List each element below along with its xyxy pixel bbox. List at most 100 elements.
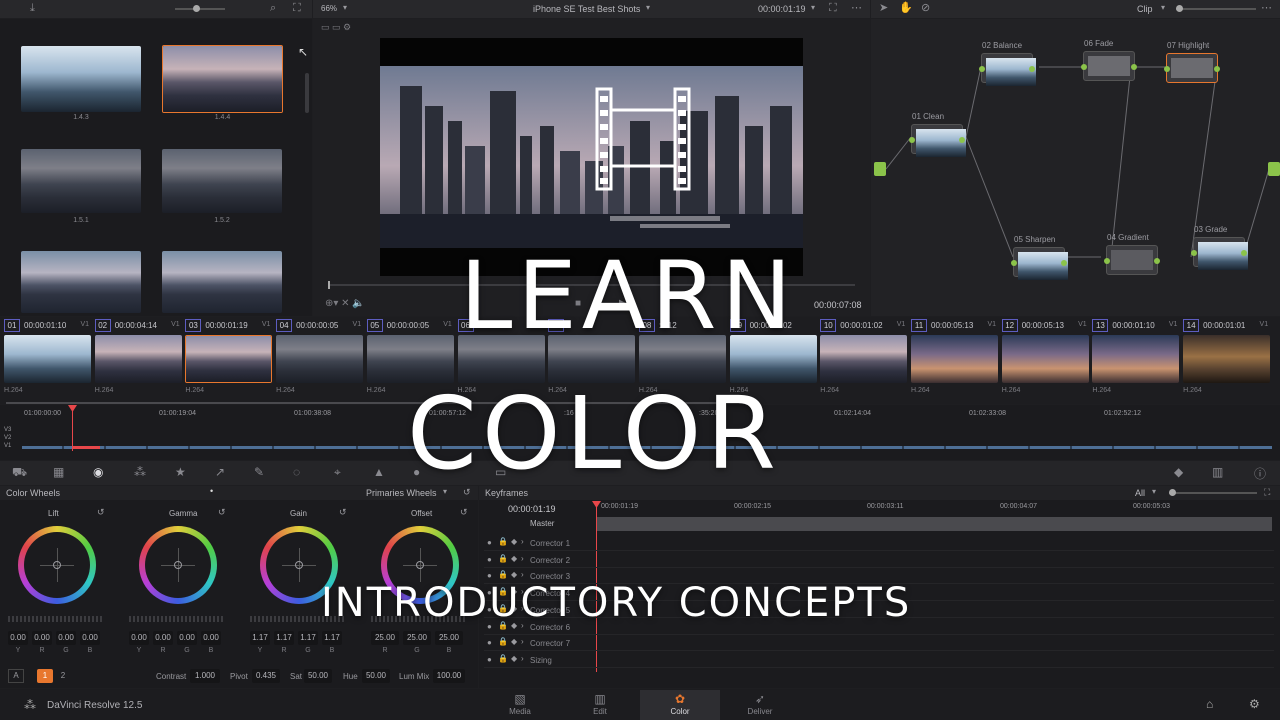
- page-2-button[interactable]: 2: [55, 669, 71, 683]
- paint-bucket-icon[interactable]: ◆: [1174, 465, 1183, 479]
- tab-deliver[interactable]: ➶ Deliver: [720, 690, 800, 720]
- node-input[interactable]: [874, 162, 886, 176]
- auto-balance-button[interactable]: A: [8, 669, 24, 683]
- clip-thumbnail[interactable]: 11 00:00:05:13 V1 H.264: [911, 319, 1000, 399]
- wheel-value-field[interactable]: 0.00: [8, 631, 28, 645]
- lum-mix-field[interactable]: 100.00: [433, 669, 465, 683]
- sat-field[interactable]: 50.00: [304, 669, 332, 683]
- node-clean[interactable]: 01 Clean: [909, 112, 966, 157]
- wheel-value-field[interactable]: 0.00: [153, 631, 173, 645]
- expand-arrow-icon[interactable]: ›: [521, 637, 524, 646]
- hand-icon[interactable]: ✋: [899, 3, 913, 14]
- node-grade[interactable]: 03 Grade: [1191, 225, 1248, 270]
- node-pin[interactable]: [1191, 250, 1197, 256]
- wheel-handle[interactable]: [174, 561, 182, 569]
- row-dot-icon[interactable]: ●: [487, 555, 492, 564]
- node-pin[interactable]: [1104, 258, 1110, 264]
- keyframe-diamond-icon[interactable]: ◆: [511, 537, 517, 546]
- node-mode[interactable]: Clip: [1137, 4, 1153, 14]
- viewer-playhead[interactable]: [328, 281, 330, 289]
- lock-icon[interactable]: 🔒: [498, 637, 508, 646]
- lock-icon[interactable]: 🔒: [498, 654, 508, 663]
- node-highlight[interactable]: 07 Highlight: [1164, 41, 1220, 83]
- node-pin[interactable]: [1061, 260, 1067, 266]
- bypass-icon[interactable]: ⊘: [921, 3, 930, 14]
- keyframe-row[interactable]: ● 🔒 ◆ › Corrector 2: [484, 553, 1274, 568]
- timeline-playhead[interactable]: [72, 407, 73, 451]
- gallery-still[interactable]: [21, 46, 141, 112]
- wheel-value-field[interactable]: 25.00: [403, 631, 431, 645]
- master-wheel-slider[interactable]: [8, 616, 104, 622]
- wheel-handle[interactable]: [53, 561, 61, 569]
- node-pin[interactable]: [959, 137, 965, 143]
- wheel-value-field[interactable]: 1.17: [274, 631, 294, 645]
- scopes-icon[interactable]: ▥: [1212, 465, 1223, 479]
- node-pin[interactable]: [1214, 66, 1220, 72]
- wheel-value-field[interactable]: 1.17: [250, 631, 270, 645]
- color-match-icon[interactable]: ▦: [53, 465, 64, 479]
- node-pin[interactable]: [1081, 64, 1087, 70]
- wheel-value-field[interactable]: 25.00: [371, 631, 399, 645]
- wheel-handle[interactable]: [295, 561, 303, 569]
- node-zoom-slider[interactable]: [1176, 8, 1256, 10]
- node-balance[interactable]: 02 Balance: [979, 41, 1036, 86]
- page-dot[interactable]: •: [210, 486, 213, 496]
- clip-thumbnail[interactable]: 14 00:00:01:01 V1 H.264: [1183, 319, 1272, 399]
- reset-icon[interactable]: ↺: [460, 507, 468, 518]
- gallery-still[interactable]: [162, 149, 282, 213]
- search-icon[interactable]: ⌕: [270, 3, 276, 14]
- timeline-playhead-handle[interactable]: [68, 405, 77, 412]
- wheel-value-field[interactable]: 1.17: [298, 631, 318, 645]
- camera-raw-icon[interactable]: ⛟: [12, 465, 27, 481]
- row-dot-icon[interactable]: ●: [487, 655, 492, 664]
- node-pin[interactable]: [1164, 66, 1170, 72]
- tab-media[interactable]: ▧ Media: [480, 690, 560, 720]
- wheel-value-field[interactable]: 1.17: [322, 631, 342, 645]
- expand-icon[interactable]: ⛶: [293, 3, 301, 14]
- gear-icon[interactable]: ⚙: [1249, 697, 1260, 711]
- node-fade[interactable]: 06 Fade: [1081, 39, 1137, 81]
- gallery-zoom-slider[interactable]: [175, 8, 225, 10]
- keyframe-zoom-handle[interactable]: [1169, 489, 1176, 496]
- wheel-value-field[interactable]: 0.00: [129, 631, 149, 645]
- gallery-scrollbar[interactable]: [305, 73, 309, 113]
- row-dot-icon[interactable]: ●: [487, 538, 492, 547]
- lock-icon[interactable]: 🔒: [498, 554, 508, 563]
- clip-thumbnail[interactable]: 03 00:00:01:19 V1 H.264: [185, 319, 274, 399]
- master-track[interactable]: [597, 517, 1272, 531]
- tab-edit[interactable]: ▥ Edit: [560, 690, 640, 720]
- wheel-value-field[interactable]: 0.00: [80, 631, 100, 645]
- home-icon[interactable]: ⌂: [1206, 697, 1213, 711]
- color-wheel[interactable]: [18, 526, 96, 604]
- chevron-down-icon[interactable]: ▾: [811, 3, 815, 12]
- wheel-value-field[interactable]: 0.00: [177, 631, 197, 645]
- viewer-zoom[interactable]: 66%: [321, 4, 337, 13]
- wheel-handle[interactable]: [416, 561, 424, 569]
- chevron-down-icon[interactable]: ▾: [343, 3, 347, 12]
- qualifier-icon[interactable]: ✎: [254, 465, 264, 479]
- expand-arrow-icon[interactable]: ›: [521, 570, 524, 579]
- master-wheel-slider[interactable]: [129, 616, 225, 622]
- transport-controls-icon[interactable]: ⊕▾ ✕ 🔈: [325, 298, 365, 309]
- color-wheels-icon[interactable]: ◉: [93, 465, 103, 479]
- curves-icon[interactable]: ↗: [215, 465, 225, 479]
- chevron-down-icon[interactable]: ▾: [1161, 3, 1165, 12]
- row-dot-icon[interactable]: ●: [487, 638, 492, 647]
- motion-effects-icon[interactable]: ★: [175, 465, 186, 479]
- clip-thumbnail[interactable]: 10 00:00:01:02 V1 H.264: [820, 319, 909, 399]
- node-pin[interactable]: [979, 66, 985, 72]
- node-pin[interactable]: [909, 137, 915, 143]
- keyframe-row[interactable]: ● 🔒 ◆ › Corrector 7: [484, 636, 1274, 652]
- wheel-value-field[interactable]: 0.00: [201, 631, 221, 645]
- tab-color[interactable]: ✿ Color: [640, 690, 720, 720]
- pointer-icon[interactable]: ➤: [879, 3, 888, 14]
- rgb-mixer-icon[interactable]: ⁂: [134, 465, 146, 479]
- viewer-toolbar-icons[interactable]: ▭ ▭ ⚙: [321, 22, 391, 36]
- lock-icon[interactable]: 🔒: [498, 570, 508, 579]
- expand-arrow-icon[interactable]: ›: [521, 554, 524, 563]
- keyframe-row[interactable]: ● 🔒 ◆ › Sizing: [484, 653, 1274, 668]
- node-pin[interactable]: [1131, 64, 1137, 70]
- expand-icon[interactable]: ⛶: [1264, 487, 1270, 498]
- lock-icon[interactable]: 🔒: [498, 537, 508, 546]
- page-1-button[interactable]: 1: [37, 669, 53, 683]
